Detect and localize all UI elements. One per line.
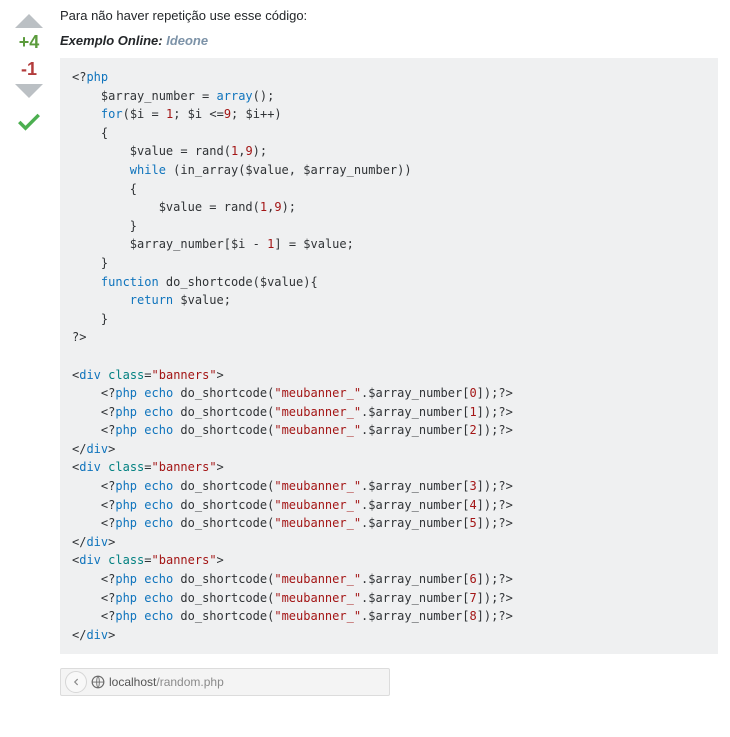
downvote-icon[interactable] <box>15 84 43 98</box>
browser-url-bar: localhost/random.php <box>60 668 390 696</box>
vote-column: +4 -1 <box>8 8 50 696</box>
arrow-left-icon <box>71 677 81 687</box>
url-path[interactable]: /random.php <box>156 675 223 689</box>
intro-text: Para não haver repetição use esse código… <box>60 8 718 23</box>
post-content: Para não haver repetição use esse código… <box>50 8 718 696</box>
vote-score-negative: -1 <box>21 59 37 80</box>
example-label: Exemplo Online: <box>60 33 163 48</box>
back-button[interactable] <box>65 671 87 693</box>
accept-check-icon[interactable] <box>15 108 43 139</box>
vote-score-positive: +4 <box>19 32 40 53</box>
example-line: Exemplo Online: Ideone <box>60 33 718 48</box>
upvote-icon[interactable] <box>15 14 43 28</box>
code-block: <?php $array_number = array(); for($i = … <box>60 58 718 654</box>
url-host[interactable]: localhost <box>109 675 156 689</box>
globe-icon <box>91 675 105 689</box>
example-link[interactable]: Ideone <box>166 33 208 48</box>
